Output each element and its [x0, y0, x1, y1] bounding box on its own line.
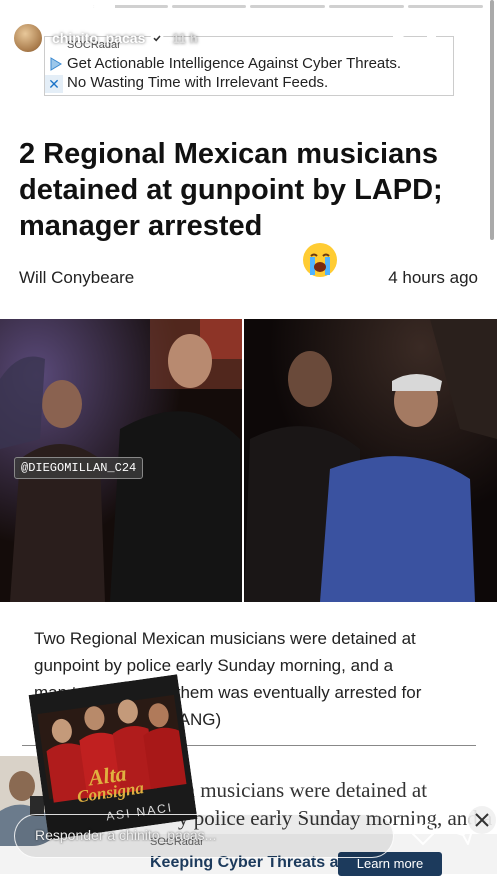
progress-segment [14, 5, 89, 8]
article-headline: 2 Regional Mexican musicians detained at… [19, 138, 443, 242]
article-photo: @DIEGOMILLAN_C24 [0, 319, 497, 602]
paragraph-line: gunpoint by police early Sunday morning,… [34, 656, 394, 675]
reply-input[interactable]: Responder a chinito_pacas... [14, 814, 394, 858]
close-icon[interactable] [468, 806, 496, 834]
article-time: 4 hours ago [388, 268, 478, 287]
progress-segment [92, 5, 168, 8]
story-progress-bar [14, 5, 483, 8]
progress-segment [329, 5, 405, 8]
article-author: Will Conybeare [19, 268, 135, 287]
username[interactable]: chinito_pacas [52, 30, 145, 46]
scrollbar[interactable] [490, 0, 494, 240]
progress-segment [408, 5, 483, 8]
progress-segment [250, 5, 326, 8]
story-header: chinito_pacas 11 h [12, 18, 485, 58]
photo-watermark: @DIEGOMILLAN_C24 [14, 457, 144, 479]
paragraph-line: Two Regional Mexican musicians were deta… [34, 629, 416, 648]
reply-placeholder: Responder a chinito_pacas... [35, 827, 217, 843]
progress-segment [171, 5, 247, 8]
crying-face-emoji-sticker[interactable] [302, 242, 338, 278]
more-options-icon[interactable] [463, 35, 485, 41]
play-icon[interactable] [391, 29, 407, 47]
post-time: 11 h [172, 30, 198, 46]
ad-close-icon[interactable]: ✕ [45, 75, 63, 93]
adchoices-icon[interactable] [49, 57, 63, 71]
ad-line-2: No Wasting Time with Irrelevant Feeds. [67, 74, 329, 91]
verified-badge-icon [150, 31, 164, 45]
mute-icon[interactable] [425, 29, 445, 47]
quoted-text-line: ican musicians were detained at [160, 778, 428, 802]
avatar[interactable] [12, 22, 44, 54]
heart-icon[interactable] [410, 822, 436, 846]
